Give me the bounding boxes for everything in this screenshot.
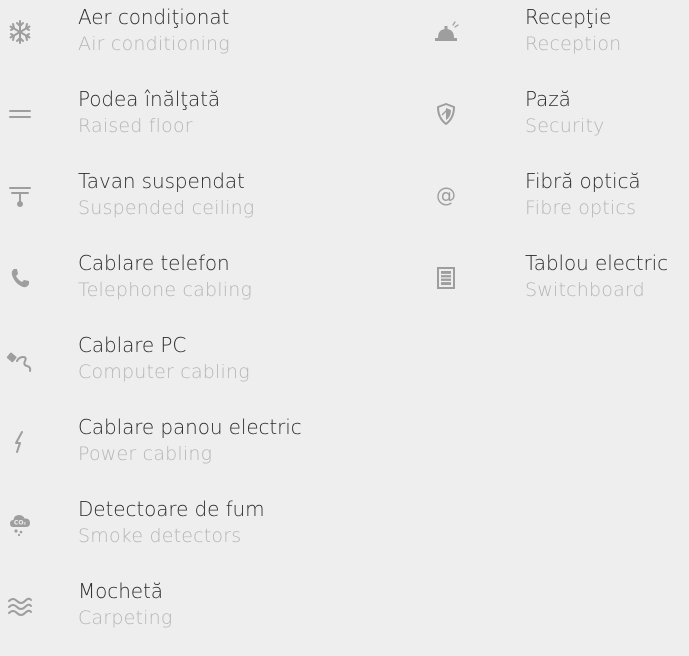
network-cable-icon <box>2 342 38 378</box>
feature-title-ro: Tablou electric <box>525 251 668 275</box>
switchboard-icon <box>428 260 464 296</box>
feature-item-smoke-detectors: CO₂ Detectoare de fum Smoke detectors <box>0 492 420 574</box>
feature-title-ro: Tavan suspendat <box>78 169 245 193</box>
carpet-waves-icon <box>2 588 38 624</box>
feature-item-air-conditioning: Aer condiţionat Air conditioning <box>0 0 420 82</box>
feature-subtitle-en: Smoke detectors <box>78 525 242 547</box>
feature-title-ro: Recepţie <box>525 5 612 29</box>
svg-text:@: @ <box>436 183 456 207</box>
feature-subtitle-en: Fibre optics <box>525 197 637 219</box>
feature-item-fibre-optics: @ Fibră optică Fibre optics <box>420 164 689 246</box>
feature-item-raised-floor: Podea înălţată Raised floor <box>0 82 420 164</box>
feature-item-computer-cabling: Cablare PC Computer cabling <box>0 328 420 410</box>
feature-item-security: Pază Security <box>420 82 689 164</box>
lightning-icon <box>2 424 38 460</box>
feature-title-ro: Fibră optică <box>525 169 641 193</box>
feature-subtitle-en: Carpeting <box>78 607 173 629</box>
phone-icon <box>2 260 38 296</box>
raised-floor-icon <box>2 96 38 132</box>
svg-text:CO₂: CO₂ <box>14 520 27 527</box>
features-right-column: Recepţie Reception Pază Security @ Fibră… <box>420 0 689 328</box>
feature-item-suspended-ceiling: Tavan suspendat Suspended ceiling <box>0 164 420 246</box>
smoke-detector-icon: CO₂ <box>2 506 38 542</box>
feature-title-ro: Podea înălţată <box>78 87 221 111</box>
feature-subtitle-en: Computer cabling <box>78 361 250 383</box>
feature-title-ro: Cablare PC <box>78 333 187 357</box>
feature-subtitle-en: Telephone cabling <box>78 279 253 301</box>
feature-subtitle-en: Power cabling <box>78 443 213 465</box>
shield-icon <box>428 96 464 132</box>
feature-title-ro: Aer condiţionat <box>78 5 230 29</box>
feature-title-ro: Cablare telefon <box>78 251 230 275</box>
feature-item-reception: Recepţie Reception <box>420 0 689 82</box>
feature-item-power-cabling: Cablare panou electric Power cabling <box>0 410 420 492</box>
feature-title-ro: Mochetă <box>78 579 163 603</box>
feature-subtitle-en: Suspended ceiling <box>78 197 255 219</box>
at-sign-icon: @ <box>428 178 464 214</box>
feature-title-ro: Detectoare de fum <box>78 497 265 521</box>
feature-title-ro: Cablare panou electric <box>78 415 302 439</box>
features-left-column: Aer condiţionat Air conditioning Podea î… <box>0 0 420 656</box>
feature-item-switchboard: Tablou electric Switchboard <box>420 246 689 328</box>
snowflake-icon <box>2 14 38 50</box>
suspended-ceiling-icon <box>2 178 38 214</box>
feature-item-telephone-cabling: Cablare telefon Telephone cabling <box>0 246 420 328</box>
feature-subtitle-en: Reception <box>525 33 622 55</box>
feature-title-ro: Pază <box>525 87 571 111</box>
feature-subtitle-en: Raised floor <box>78 115 193 137</box>
feature-subtitle-en: Air conditioning <box>78 33 230 55</box>
feature-subtitle-en: Security <box>525 115 605 137</box>
reception-bell-icon <box>428 14 464 50</box>
feature-subtitle-en: Switchboard <box>525 279 645 301</box>
feature-item-carpeting: Mochetă Carpeting <box>0 574 420 656</box>
